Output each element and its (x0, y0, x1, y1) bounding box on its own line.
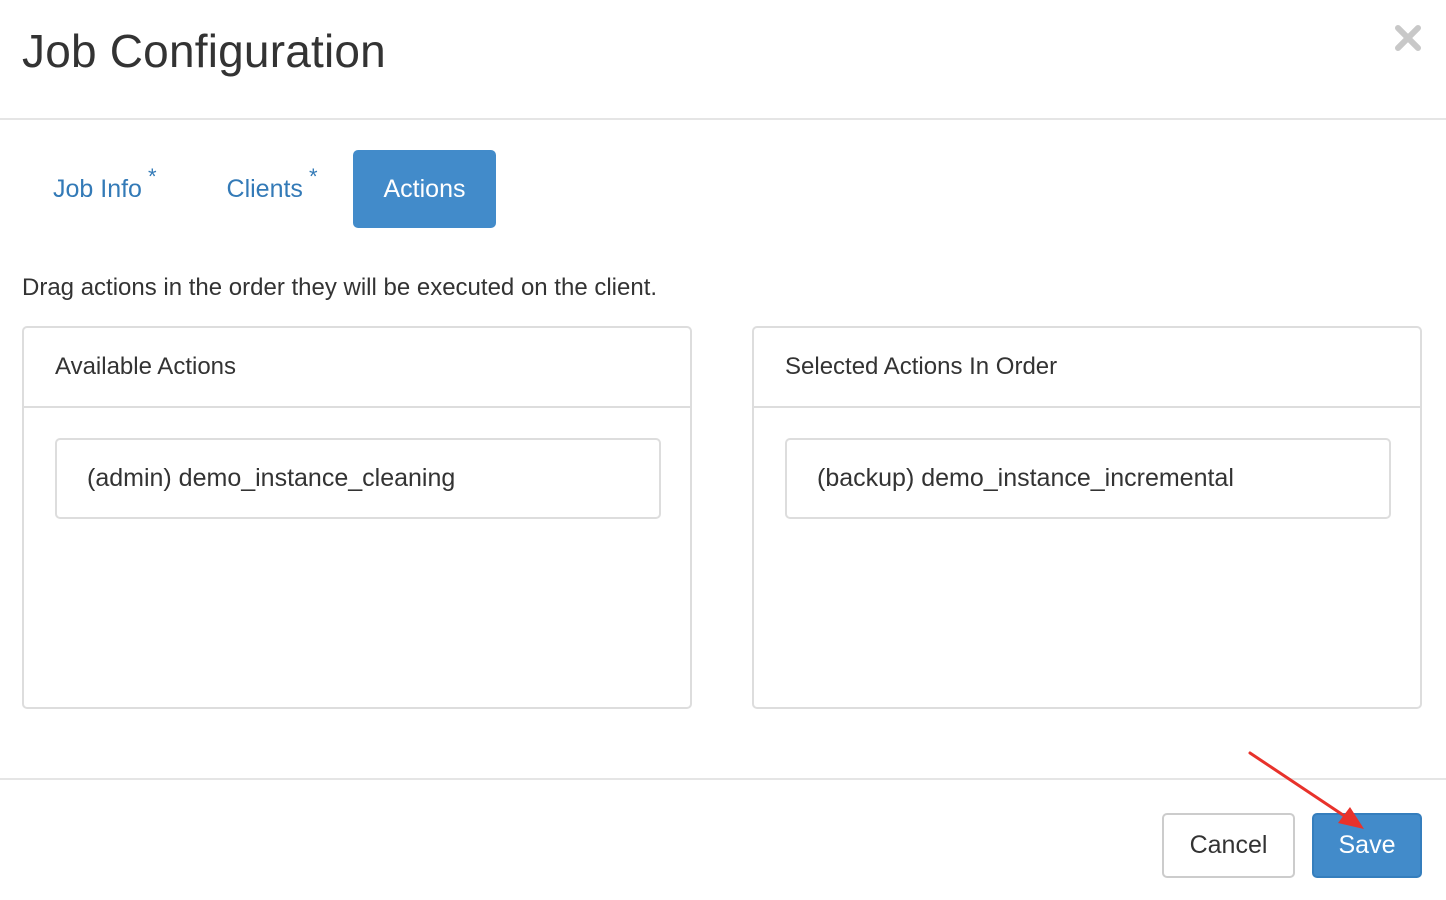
close-icon (1395, 25, 1421, 51)
selected-action-item[interactable]: (backup) demo_instance_incremental (785, 438, 1391, 519)
instructions-text: Drag actions in the order they will be e… (22, 274, 658, 301)
modal-header: Job Configuration (0, 0, 1446, 120)
tab-job-info[interactable]: Job Info * (22, 150, 188, 228)
cancel-button[interactable]: Cancel (1162, 813, 1295, 878)
tab-actions[interactable]: Actions (352, 150, 497, 228)
required-asterisk-icon: * (308, 164, 318, 189)
tab-bar: Job Info * Clients * Actions (22, 150, 497, 228)
selected-actions-heading: Selected Actions In Order (754, 328, 1420, 408)
close-button[interactable] (1392, 22, 1424, 54)
available-actions-heading: Available Actions (24, 328, 690, 408)
tab-clients[interactable]: Clients * (196, 150, 349, 228)
available-actions-panel[interactable]: Available Actions (admin) demo_instance_… (22, 326, 692, 709)
tab-job-info-label: Job Info (53, 174, 142, 203)
required-asterisk-icon: * (147, 164, 157, 189)
modal-footer: Cancel Save (0, 778, 1446, 900)
available-action-item[interactable]: (admin) demo_instance_cleaning (55, 438, 661, 519)
save-button[interactable]: Save (1312, 813, 1422, 878)
tab-clients-label: Clients (226, 174, 303, 203)
modal-title: Job Configuration (22, 25, 386, 77)
selected-actions-panel[interactable]: Selected Actions In Order (backup) demo_… (752, 326, 1422, 709)
tab-actions-label: Actions (383, 174, 466, 203)
